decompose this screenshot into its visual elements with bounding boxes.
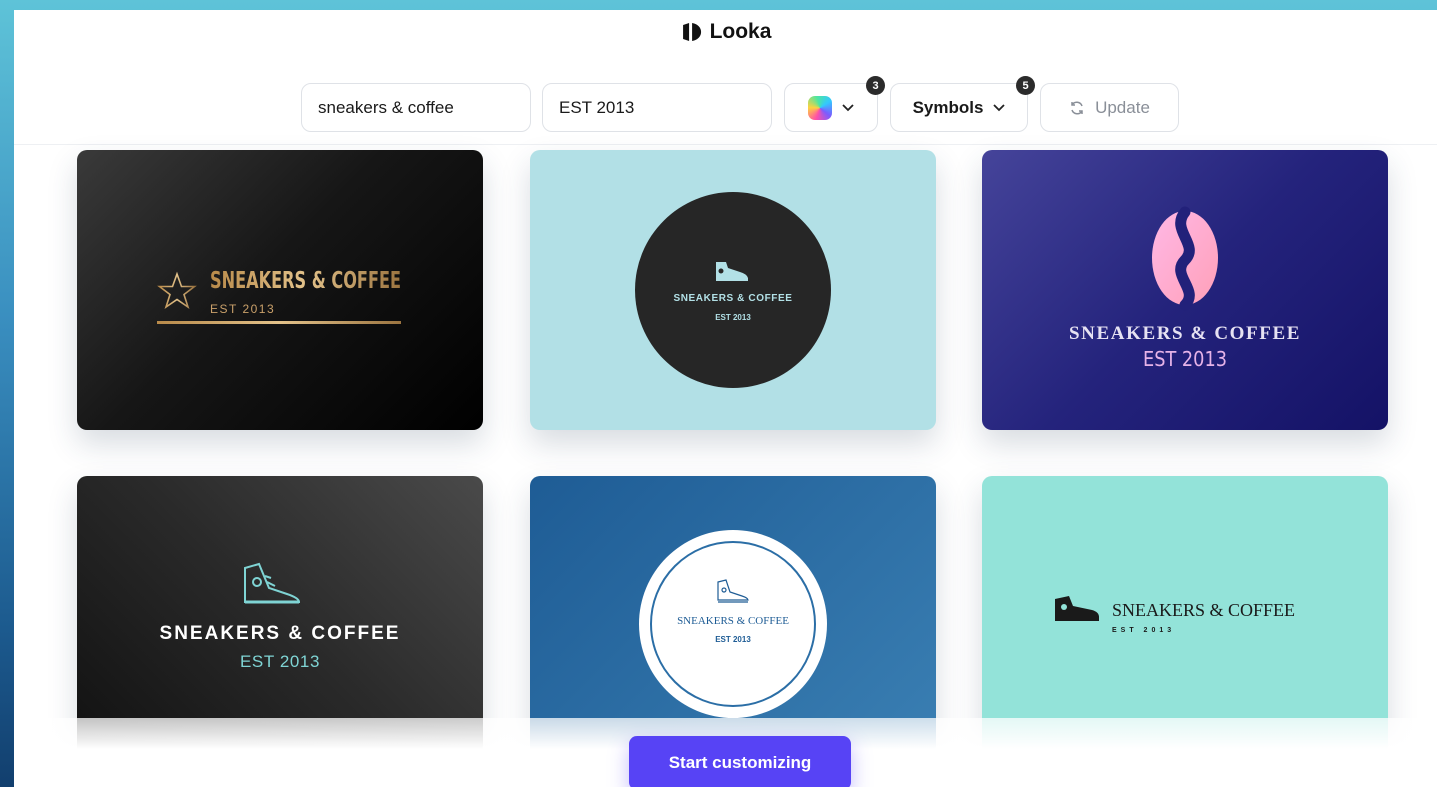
logo-card-2[interactable]: SNEAKERS & COFFEE EST 2013 bbox=[530, 150, 936, 430]
logo-tagline: EST 2013 bbox=[1112, 627, 1175, 634]
looka-logo-icon bbox=[682, 23, 701, 41]
logo-preview: SNEAKERS & COFFEE EST 2013 bbox=[639, 530, 827, 718]
symbols-count-badge: 5 bbox=[1016, 76, 1035, 95]
logo-tagline: EST 2013 bbox=[1143, 347, 1227, 371]
slogan-input[interactable] bbox=[542, 83, 772, 132]
coffee-bean-icon bbox=[1152, 206, 1218, 311]
logo-tagline: EST 2013 bbox=[715, 313, 751, 322]
app-name: Looka bbox=[709, 20, 772, 43]
logo-card-4[interactable]: SNEAKERS & COFFEE EST 2013 bbox=[77, 476, 483, 756]
logo-name: SNEAKERS & COFFEE bbox=[1069, 323, 1301, 344]
chevron-down-icon bbox=[993, 103, 1006, 111]
chevron-down-icon bbox=[842, 103, 854, 111]
logo-preview: SNEAKERS & COFFEE EST 2013 bbox=[1055, 596, 1295, 634]
symbols-label: Symbols bbox=[912, 97, 984, 117]
logo-preview: SNEAKERS & COFFEE EST 2013 bbox=[635, 192, 831, 388]
header: Looka 3 Symbols 5 Update bbox=[14, 10, 1437, 145]
logo-card-6[interactable]: SNEAKERS & COFFEE EST 2013 bbox=[982, 476, 1388, 756]
business-name-input[interactable] bbox=[301, 83, 531, 132]
update-label: Update bbox=[1095, 97, 1150, 117]
high-top-sneaker-icon bbox=[244, 562, 301, 604]
logo-preview: SNEAKERS & COFFEE EST 2013 bbox=[160, 562, 401, 671]
symbols-dropdown[interactable]: Symbols 5 bbox=[890, 76, 1035, 132]
looka-page: Looka 3 Symbols 5 Update bbox=[14, 10, 1437, 787]
logo-preview: SNEAKERS & COFFEE EST 2013 bbox=[157, 268, 401, 324]
logo-tagline: EST 2013 bbox=[210, 302, 275, 316]
star-icon bbox=[157, 271, 197, 309]
logo-name: SNEAKERS & COFFEE bbox=[160, 623, 401, 644]
app-logo[interactable]: Looka bbox=[680, 20, 772, 44]
logo-card-1[interactable]: SNEAKERS & COFFEE EST 2013 bbox=[77, 150, 483, 430]
logo-tagline: EST 2013 bbox=[715, 635, 751, 644]
refresh-icon bbox=[1071, 100, 1083, 115]
badge-circle bbox=[635, 192, 831, 388]
colors-dropdown[interactable]: 3 bbox=[784, 76, 885, 132]
start-customizing-button[interactable]: Start customizing bbox=[629, 736, 851, 787]
logo-preview: SNEAKERS & COFFEE EST 2013 bbox=[1069, 206, 1301, 371]
colors-count-badge: 3 bbox=[866, 76, 885, 95]
color-palette-icon bbox=[808, 95, 832, 120]
logo-name: SNEAKERS & COFFEE bbox=[1112, 600, 1295, 620]
logo-tagline: EST 2013 bbox=[240, 652, 320, 671]
logo-name: SNEAKERS & COFFEE bbox=[677, 615, 789, 627]
logo-card-5[interactable]: SNEAKERS & COFFEE EST 2013 bbox=[530, 476, 936, 756]
logo-name: SNEAKERS & COFFEE bbox=[210, 268, 401, 294]
update-button[interactable]: Update bbox=[1040, 83, 1179, 132]
gold-divider bbox=[157, 321, 401, 324]
logo-name: SNEAKERS & COFFEE bbox=[673, 293, 792, 304]
sneaker-icon bbox=[1055, 596, 1099, 621]
logo-card-3[interactable]: SNEAKERS & COFFEE EST 2013 bbox=[982, 150, 1388, 430]
